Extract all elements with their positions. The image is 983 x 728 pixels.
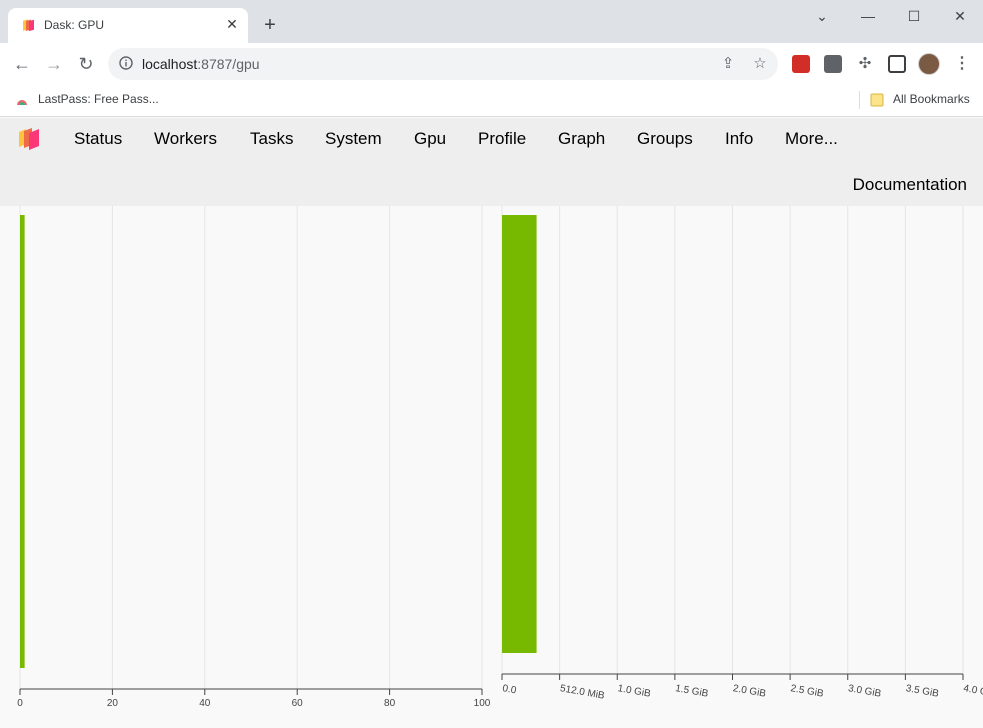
back-icon[interactable]: ← [10,53,34,77]
forward-icon[interactable]: → [42,53,66,77]
x-tick-label: 3.0 GiB [847,683,882,700]
x-tick-label: 100 [474,698,491,709]
nav-gpu[interactable]: Gpu [414,129,446,149]
lastpass-extension-icon[interactable] [792,55,810,73]
tab-title: Dask: GPU [44,18,105,32]
more-menu-icon[interactable]: ⋮ [952,53,972,75]
nav-workers[interactable]: Workers [154,129,217,149]
browser-toolbar: ← → ↻ localhost:8787/gpu ⇪ ☆ ✣ ⋮ [0,43,983,85]
x-tick-label: 80 [384,698,396,709]
maximize-icon[interactable]: ☐ [904,6,924,26]
dask-logo-icon[interactable] [17,125,43,151]
gpu-utilization-chart[interactable]: 0 20 40 60 80 100 [0,206,492,728]
bar[interactable] [20,215,25,668]
tab-close-icon[interactable]: ✕ [224,16,240,32]
extensions-puzzle-icon[interactable]: ✣ [856,55,874,73]
minimize-icon[interactable]: — [858,6,878,26]
url-path: :8787/gpu [197,56,260,72]
browser-tab[interactable]: Dask: GPU ✕ [8,8,248,43]
nav-status[interactable]: Status [74,129,122,149]
bookmark-lastpass[interactable]: LastPass: Free Pass... [38,92,159,106]
tab-search-icon[interactable]: ⌄ [812,6,832,26]
nav-documentation[interactable]: Documentation [853,175,967,195]
nav-info[interactable]: Info [725,129,753,149]
address-bar[interactable]: localhost:8787/gpu ⇪ ☆ [108,48,778,80]
site-info-icon[interactable] [119,56,133,70]
lastpass-icon [17,100,27,105]
w-extension-icon[interactable] [824,55,842,73]
gpu-memory-chart[interactable]: 0.0 512.0 MiB 1.0 GiB 1.5 GiB 2.0 GiB 2.5 GiB… [492,206,983,728]
new-tab-button[interactable]: + [258,14,282,38]
gpu-charts: 0 20 40 60 80 100 0.0 512.0 MiB 1.0 GiB 1.5 GiB 2… [0,206,983,728]
all-bookmarks[interactable]: All Bookmarks [893,92,970,106]
x-tick-label: 4.0 GiB [962,683,983,700]
x-tick-label: 2.5 GiB [790,683,825,700]
nav-tasks[interactable]: Tasks [250,129,293,149]
reload-icon[interactable]: ↻ [74,53,98,77]
x-tick-label: 0 [17,698,23,709]
share-icon[interactable]: ⇪ [719,55,737,73]
bookmark-star-icon[interactable]: ☆ [751,55,769,73]
close-window-icon[interactable]: ✕ [950,6,970,26]
url-host: localhost [142,56,198,72]
bar[interactable] [502,215,537,653]
nav-graph[interactable]: Graph [558,129,605,149]
x-tick-label: 20 [107,698,119,709]
url-text[interactable]: localhost:8787/gpu [142,56,260,72]
nav-system[interactable]: System [325,129,382,149]
x-tick-label: 512.0 MiB [559,683,606,702]
dask-navbar: Status Workers Tasks System Gpu Profile … [0,118,983,206]
x-tick-label: 3.5 GiB [905,683,940,700]
nav-groups[interactable]: Groups [637,129,693,149]
x-tick-label: 1.0 GiB [617,683,652,700]
x-tick-label: 60 [292,698,304,709]
side-panel-icon[interactable] [888,55,906,73]
folder-icon [870,93,884,107]
x-tick-label: 2.0 GiB [732,683,767,700]
nav-profile[interactable]: Profile [478,129,526,149]
x-tick-label: 1.5 GiB [674,683,709,700]
dask-favicon-icon [23,19,34,32]
nav-more[interactable]: More... [785,129,838,149]
x-tick-label: 40 [199,698,211,709]
bookmarks-bar: LastPass: Free Pass... All Bookmarks [0,85,983,117]
tab-strip: Dask: GPU ✕ + ⌄ — ☐ ✕ [0,0,983,43]
x-tick-label: 0.0 [501,683,517,696]
profile-avatar[interactable] [918,53,940,75]
bookmark-divider [859,91,860,109]
